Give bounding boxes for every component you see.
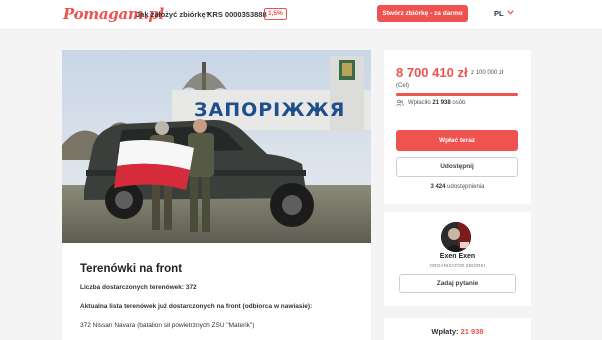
sign-text: ЗАПОРІЖЖЯ <box>194 99 345 121</box>
raised-amount: 8 700 410 zł <box>396 65 468 80</box>
krs-number[interactable]: KRS 0000353888 <box>207 10 267 19</box>
campaign-photo[interactable]: ЗАПОРІЖЖЯ <box>62 50 371 243</box>
organizer-name[interactable]: Exen Exen <box>384 253 531 260</box>
goal-amount: z 100 000 zł <box>471 70 504 76</box>
payments-count: 21 938 <box>460 327 484 336</box>
avatar[interactable] <box>441 222 471 252</box>
progress-fill <box>396 93 518 96</box>
tax-percent-badge[interactable]: 1,5% <box>264 7 287 20</box>
ask-question-button[interactable]: Zadaj pytanie <box>399 274 516 293</box>
shares-count: 3 424 <box>430 184 446 190</box>
users-icon <box>396 99 404 107</box>
supporters-prefix: Wpłaciło <box>408 100 431 106</box>
create-fundraiser-button[interactable]: Stwórz zbiórkę - za darmo <box>377 5 468 22</box>
chevron-down-icon[interactable] <box>507 9 514 16</box>
list-item: 372 Nissan Navara (batalion sił powietrz… <box>80 322 255 329</box>
top-navbar: Pomagam.pl Jak założyć zbiórkę? KRS 0000… <box>0 0 602 30</box>
list-heading: Aktualna lista terenówek już dostarczony… <box>80 303 313 310</box>
supporters-count: 21 938 <box>432 100 451 106</box>
donate-now-button[interactable]: Wpłać teraz <box>396 130 518 151</box>
goal-label: (Cel) <box>396 83 409 89</box>
progress-bar <box>396 93 518 96</box>
how-to-start-link[interactable]: Jak założyć zbiórkę? <box>136 10 210 19</box>
organizer-card: Exen Exen ORGANIZATOR ZBIÓRKI Zadaj pyta… <box>384 212 531 306</box>
delivered-count: Liczba dostarczonych terenówek: 372 <box>80 284 197 291</box>
supporters-suffix: osób <box>452 100 466 106</box>
donation-card: 8 700 410 zł z 100 000 zł (Cel) Wpłaciło… <box>384 50 531 204</box>
shares-count-text: 3 424 udostępnienia <box>384 184 531 190</box>
organizer-role: ORGANIZATOR ZBIÓRKI <box>429 263 486 268</box>
language-selector[interactable]: PL <box>494 9 504 18</box>
campaign-title: Terenówki na front <box>80 263 183 275</box>
payments-card: Wpłaty: 21 938 <box>384 318 531 340</box>
payments-label: Wpłaty: <box>431 327 459 336</box>
supporters-count-text: Wpłaciło 21 938 osób <box>408 100 465 106</box>
campaign-card: ЗАПОРІЖЖЯ Terenówki na front Liczba dost… <box>62 50 371 340</box>
shares-label: udostępnienia <box>447 184 485 190</box>
share-button[interactable]: Udostępnij <box>396 157 518 177</box>
payments-header: Wpłaty: 21 938 <box>384 327 531 336</box>
